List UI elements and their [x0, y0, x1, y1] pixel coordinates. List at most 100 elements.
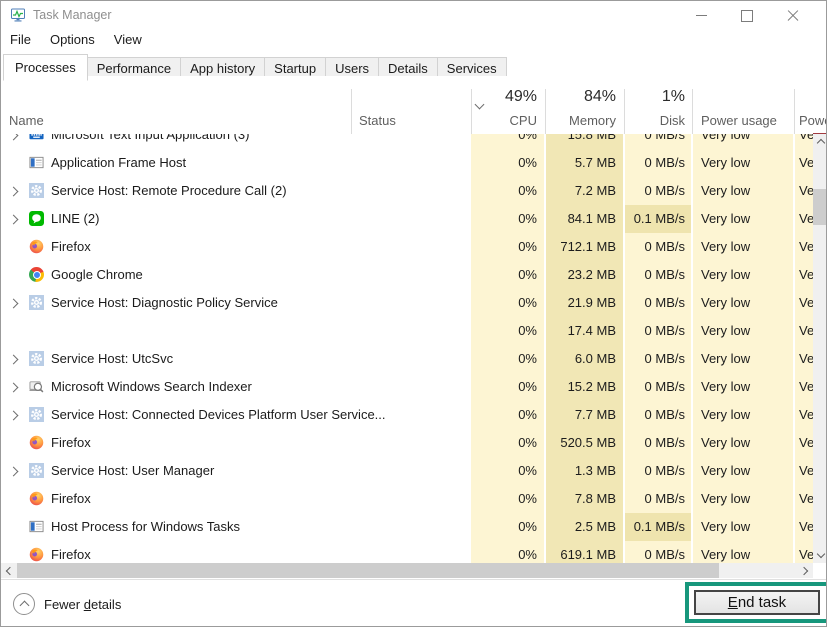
end-task-button[interactable]: End task [694, 590, 820, 615]
disk-value: 0 MB/s [625, 429, 685, 457]
power-trend-value: Ve [799, 457, 813, 485]
power-usage-value: Very low [701, 289, 791, 317]
expand-chevron-icon[interactable] [9, 355, 19, 365]
firefox-icon [29, 239, 44, 254]
end-task-highlight-box: End task [685, 582, 827, 623]
expand-chevron-icon[interactable] [9, 299, 19, 309]
close-button[interactable] [770, 1, 816, 30]
disk-value: 0 MB/s [625, 289, 685, 317]
expand-chevron-icon[interactable] [9, 411, 19, 421]
scroll-down-arrow[interactable] [813, 548, 827, 563]
expand-chevron-icon[interactable] [9, 467, 19, 477]
chrome-icon [29, 267, 44, 282]
process-row[interactable]: Host Process for Windows Tasks0%2.5 MB0.… [1, 513, 813, 541]
column-divider[interactable] [692, 89, 693, 134]
disk-value: 0 MB/s [625, 149, 685, 177]
cpu-value: 0% [471, 541, 537, 563]
task-manager-window: Task Manager File Options View Processes… [0, 0, 827, 627]
disk-value: 0.1 MB/s [625, 205, 685, 233]
vertical-scrollbar-thumb[interactable] [813, 189, 827, 225]
expand-chevron-icon[interactable] [9, 187, 19, 197]
tab-processes[interactable]: Processes [3, 54, 88, 81]
process-row[interactable]: Service Host: UtcSvc0%6.0 MB0 MB/sVery l… [1, 345, 813, 373]
power-usage-value: Very low [701, 485, 791, 513]
column-header-status[interactable]: Status [359, 113, 396, 128]
process-row[interactable]: Firefox0%7.8 MB0 MB/sVery lowVe [1, 485, 813, 513]
process-row[interactable]: 0%17.4 MB0 MB/sVery lowVe [1, 317, 813, 345]
process-row[interactable]: Microsoft Windows Search Indexer0%15.2 M… [1, 373, 813, 401]
menu-options[interactable]: Options [50, 32, 95, 47]
column-header-row: Name Status 49% CPU 84% Memory 1% Disk P… [1, 76, 813, 134]
menu-bar: File Options View [1, 32, 142, 47]
service-gear-icon [29, 463, 44, 478]
process-row[interactable]: Application Frame Host0%5.7 MB0 MB/sVery… [1, 149, 813, 177]
process-name: Firefox [51, 233, 91, 261]
memory-value: 6.0 MB [546, 345, 616, 373]
column-divider[interactable] [794, 89, 795, 134]
firefox-icon [29, 435, 44, 450]
disk-value: 0 MB/s [625, 401, 685, 429]
column-header-cpu[interactable]: CPU [471, 113, 537, 128]
horizontal-scrollbar[interactable] [1, 563, 813, 578]
disk-value: 0 MB/s [625, 317, 685, 345]
expand-chevron-icon[interactable] [9, 215, 19, 225]
maximize-icon [741, 10, 753, 22]
search-indexer-icon [29, 379, 44, 394]
vertical-scrollbar[interactable] [813, 134, 827, 563]
horizontal-scrollbar-thumb[interactable] [17, 563, 719, 578]
memory-value: 7.8 MB [546, 485, 616, 513]
service-gear-icon [29, 351, 44, 366]
process-name: Google Chrome [51, 261, 143, 289]
power-usage-value: Very low [701, 317, 791, 345]
menu-view[interactable]: View [114, 32, 142, 47]
process-row[interactable]: Google Chrome0%23.2 MB0 MB/sVery lowVe [1, 261, 813, 289]
memory-value: 23.2 MB [546, 261, 616, 289]
process-row[interactable]: LINE (2)0%84.1 MB0.1 MB/sVery lowVe [1, 205, 813, 233]
scroll-left-arrow[interactable] [1, 563, 16, 578]
disk-value: 0 MB/s [625, 177, 685, 205]
cpu-value: 0% [471, 177, 537, 205]
title-bar[interactable]: Task Manager [1, 1, 826, 30]
process-row[interactable]: Firefox0%520.5 MB0 MB/sVery lowVe [1, 429, 813, 457]
memory-value: 15.2 MB [546, 373, 616, 401]
column-divider[interactable] [351, 89, 352, 134]
process-name: Application Frame Host [51, 149, 186, 177]
process-name: Firefox [51, 429, 91, 457]
disk-value: 0 MB/s [625, 373, 685, 401]
power-usage-value: Very low [701, 345, 791, 373]
window-title: Task Manager [33, 8, 112, 22]
process-row[interactable]: Service Host: Remote Procedure Call (2)0… [1, 177, 813, 205]
process-row[interactable]: Service Host: Diagnostic Policy Service0… [1, 289, 813, 317]
column-header-memory[interactable]: Memory [546, 113, 616, 128]
cpu-value: 0% [471, 134, 537, 149]
cpu-value: 0% [471, 289, 537, 317]
process-row[interactable]: Service Host: User Manager0%1.3 MB0 MB/s… [1, 457, 813, 485]
cpu-value: 0% [471, 261, 537, 289]
expand-chevron-icon[interactable] [9, 383, 19, 393]
memory-value: 5.7 MB [546, 149, 616, 177]
cpu-value: 0% [471, 317, 537, 345]
power-usage-value: Very low [701, 513, 791, 541]
scroll-up-arrow[interactable] [813, 134, 827, 149]
power-trend-value: Ve [799, 429, 813, 457]
menu-file[interactable]: File [10, 32, 31, 47]
close-icon [787, 10, 799, 22]
process-row[interactable]: Firefox0%712.1 MB0 MB/sVery lowVe [1, 233, 813, 261]
keyboard-icon [29, 134, 44, 142]
column-header-power-usage[interactable]: Power usage [701, 113, 777, 128]
power-trend-value: Ve [799, 134, 813, 149]
maximize-button[interactable] [724, 1, 770, 30]
column-header-disk[interactable]: Disk [625, 113, 685, 128]
minimize-button[interactable] [678, 1, 724, 30]
column-header-power-trend[interactable]: Powe [799, 113, 827, 128]
process-row[interactable]: Service Host: Connected Devices Platform… [1, 401, 813, 429]
scroll-right-arrow[interactable] [798, 563, 813, 578]
column-header-name[interactable]: Name [9, 113, 44, 128]
expand-chevron-icon[interactable] [9, 134, 19, 140]
fewer-details-button[interactable]: Fewer details [13, 593, 121, 615]
power-usage-value: Very low [701, 149, 791, 177]
process-row[interactable]: Firefox0%619.1 MB0 MB/sVery lowVe [1, 541, 813, 563]
process-row[interactable]: Microsoft Text Input Application (3)0%15… [1, 134, 813, 149]
process-name: Firefox [51, 541, 91, 563]
disk-value: 0 MB/s [625, 485, 685, 513]
